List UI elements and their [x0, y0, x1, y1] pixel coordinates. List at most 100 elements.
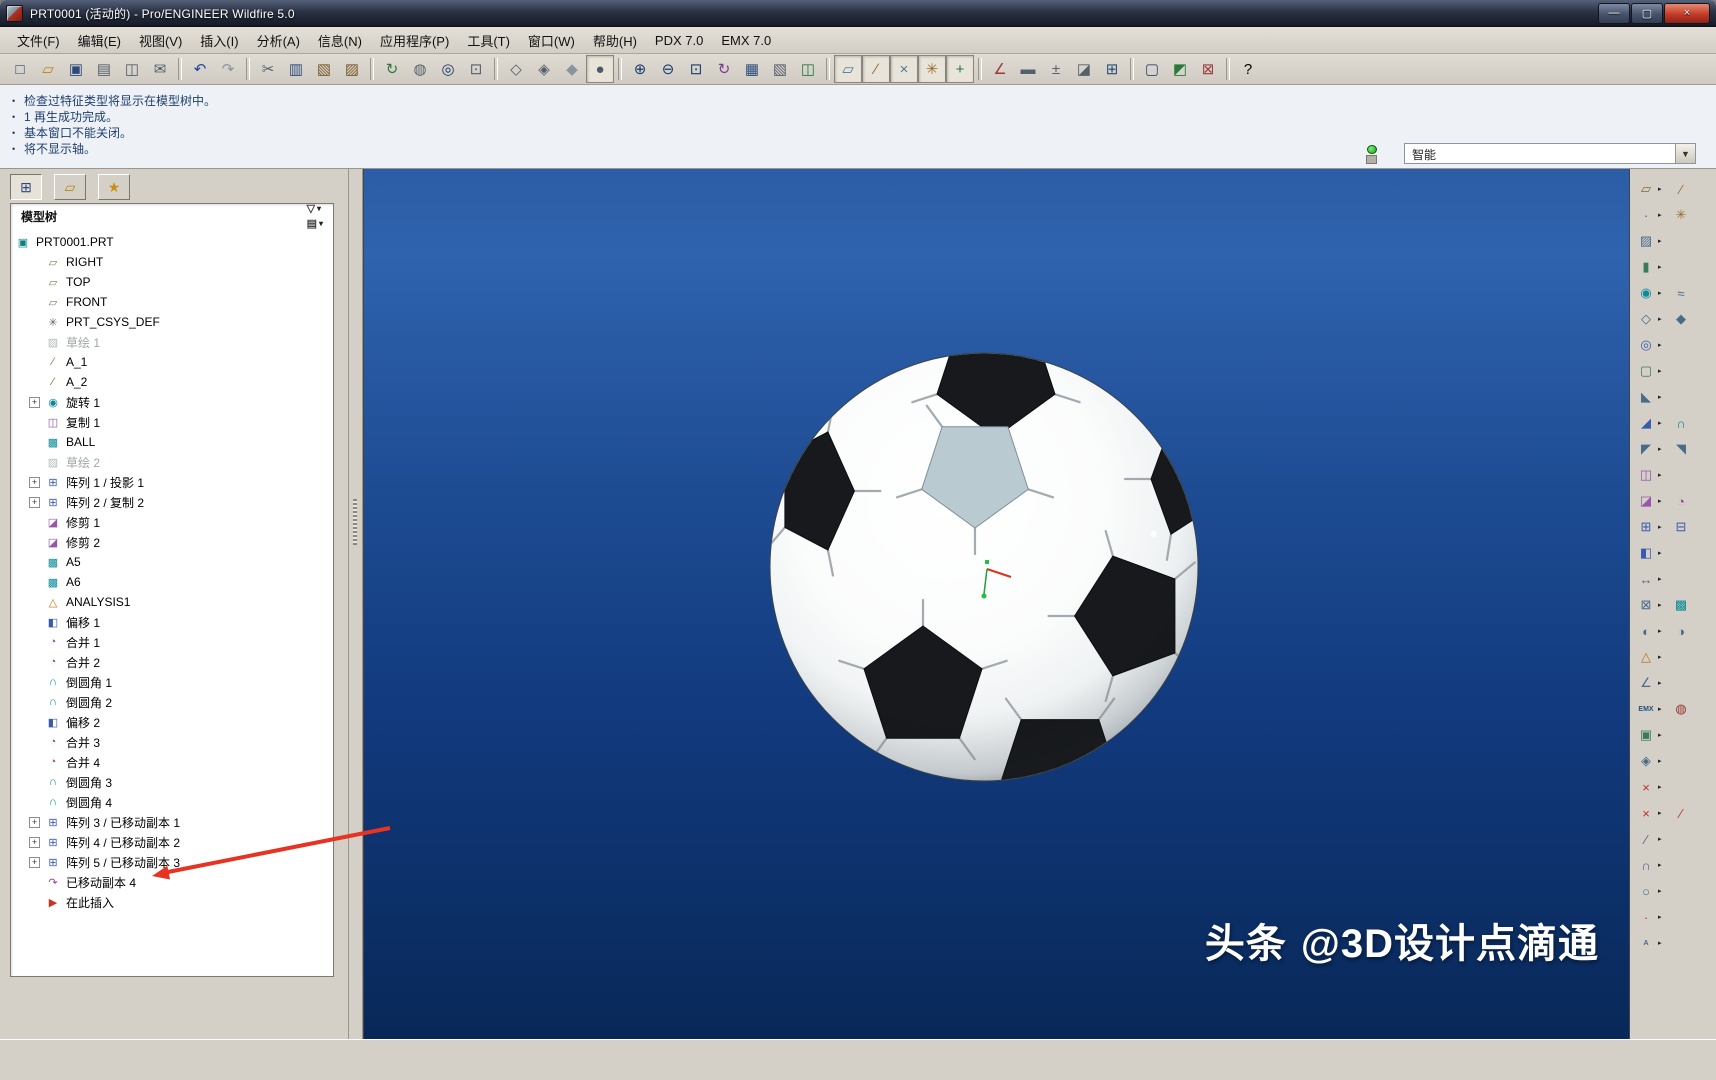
flyout-arrow-icon[interactable]: ▸ — [1658, 913, 1666, 921]
flyout-arrow-icon[interactable]: ▸ — [1658, 679, 1666, 687]
activate-window-button[interactable]: ◩ — [1166, 55, 1194, 83]
flyout-arrow-icon[interactable]: ▸ — [1658, 757, 1666, 765]
menu-help[interactable]: 帮助(H) — [584, 28, 646, 53]
flyout-arrow-icon[interactable]: ▸ — [1658, 627, 1666, 635]
flyout-arrow-icon[interactable]: ▸ — [1658, 237, 1666, 245]
expand-toggle[interactable]: + — [29, 497, 40, 508]
maximize-button[interactable]: ▢ — [1631, 3, 1663, 24]
menu-pdx[interactable]: PDX 7.0 — [646, 30, 712, 51]
tree-item[interactable]: ▩BALL — [11, 432, 333, 452]
tree-item[interactable]: ∕A_2 — [11, 372, 333, 392]
tree-item[interactable]: ◔合并 2 — [11, 652, 333, 672]
tab-model-tree[interactable]: ⊞ — [10, 174, 42, 200]
point-display-button[interactable]: × — [890, 55, 918, 83]
tree-item[interactable]: ∩倒圆角 3 — [11, 772, 333, 792]
paste-button[interactable]: ▧ — [310, 55, 338, 83]
line-tool-button[interactable]: ∕ — [1635, 828, 1657, 850]
plane-display-button[interactable]: ▱ — [834, 55, 862, 83]
flyout-arrow-icon[interactable]: ▸ — [1658, 549, 1666, 557]
spin-center-display-button[interactable]: + — [946, 55, 974, 83]
edge-chamfer-tool-button[interactable]: ◥ — [1670, 438, 1692, 460]
layers-button[interactable]: ▧ — [766, 55, 794, 83]
tree-item[interactable]: ◧偏移 2 — [11, 712, 333, 732]
tree-item[interactable]: ◧偏移 1 — [11, 612, 333, 632]
expand-toggle[interactable]: + — [29, 817, 40, 828]
tree-item[interactable]: ∩倒圆角 1 — [11, 672, 333, 692]
hidden-line-button[interactable]: ◈ — [530, 55, 558, 83]
text-tool-button[interactable]: A — [1635, 932, 1657, 954]
tree-item[interactable]: ✳PRT_CSYS_DEF — [11, 312, 333, 332]
flyout-arrow-icon[interactable]: ▸ — [1658, 445, 1666, 453]
trim-tool-button[interactable]: ◪ — [1635, 490, 1657, 512]
flyout-arrow-icon[interactable]: ▸ — [1658, 939, 1666, 947]
symbol-display-button[interactable]: ± — [1042, 55, 1070, 83]
splitter-grip[interactable] — [353, 499, 357, 545]
flyout-arrow-icon[interactable]: ▸ — [1658, 289, 1666, 297]
regen-status-icon[interactable] — [1365, 145, 1378, 164]
flyout-arrow-icon[interactable]: ▸ — [1658, 653, 1666, 661]
tree-item[interactable]: ◪修剪 2 — [11, 532, 333, 552]
orient-button[interactable]: ↻ — [710, 55, 738, 83]
close-button[interactable]: × — [1664, 3, 1710, 24]
combo-dropdown-arrow-icon[interactable]: ▼ — [1675, 144, 1695, 163]
tree-item[interactable]: ∕A_1 — [11, 352, 333, 372]
menu-view[interactable]: 视图(V) — [130, 28, 191, 53]
refit-button[interactable]: ⊡ — [682, 55, 710, 83]
model-player-button[interactable]: ◍ — [406, 55, 434, 83]
tree-item[interactable]: △ANALYSIS1 — [11, 592, 333, 612]
merge-tool-button[interactable]: ◔ — [1670, 490, 1692, 512]
tree-item[interactable]: ▱RIGHT — [11, 252, 333, 272]
round-tool-button[interactable]: ∩ — [1670, 412, 1692, 434]
offset-tool-button[interactable]: ◧ — [1635, 542, 1657, 564]
zoom-in-button[interactable]: ⊕ — [626, 55, 654, 83]
tab-favorites[interactable]: ★ — [98, 174, 130, 200]
soccer-ball-model[interactable] — [764, 347, 1204, 787]
blend-tool-button[interactable]: ◇ — [1635, 308, 1657, 330]
save-button[interactable]: ▣ — [62, 55, 90, 83]
tree-settings-button[interactable]: ▤▾ — [303, 216, 327, 231]
tree-filter-button[interactable]: ▽▾ — [303, 201, 327, 216]
flyout-arrow-icon[interactable]: ▸ — [1658, 861, 1666, 869]
tree-item[interactable]: +⊞阵列 1 / 投影 1 — [11, 472, 333, 492]
wireframe-button[interactable]: ◇ — [502, 55, 530, 83]
menu-insert[interactable]: 插入(I) — [191, 28, 247, 53]
view-manager-button[interactable]: ◫ — [794, 55, 822, 83]
arc-tool-button[interactable]: ∩ — [1635, 854, 1657, 876]
shaded-button[interactable]: ● — [586, 55, 614, 83]
corner-tool-button[interactable]: × — [1635, 802, 1657, 824]
datum-plane-tool-button[interactable]: ▱ — [1635, 178, 1657, 200]
sketch-tool-button[interactable]: ▨ — [1635, 230, 1657, 252]
flyout-arrow-icon[interactable]: ▸ — [1658, 575, 1666, 583]
axis-display-button[interactable]: ∕ — [862, 55, 890, 83]
emx-tool-button[interactable]: EMX — [1635, 698, 1657, 720]
intersect-tool-button[interactable]: ⊠ — [1635, 594, 1657, 616]
redo-button[interactable]: ↷ — [214, 55, 242, 83]
menu-file[interactable]: 文件(F) — [8, 28, 69, 53]
flexible-modeling-tool-button[interactable]: ◈ — [1635, 750, 1657, 772]
flyout-arrow-icon[interactable]: ▸ — [1658, 367, 1666, 375]
flyout-arrow-icon[interactable]: ▸ — [1658, 341, 1666, 349]
no-hidden-button[interactable]: ◆ — [558, 55, 586, 83]
datum-axis-tool-button[interactable]: ∕ — [1670, 178, 1692, 200]
tree-item[interactable]: ◔合并 1 — [11, 632, 333, 652]
draft-tool-button[interactable]: ◢ — [1635, 412, 1657, 434]
delete-segment-tool-button[interactable]: × — [1635, 776, 1657, 798]
menu-emx[interactable]: EMX 7.0 — [712, 30, 780, 51]
flyout-arrow-icon[interactable]: ▸ — [1658, 835, 1666, 843]
copy-button[interactable]: ▥ — [282, 55, 310, 83]
datum-point-tool-button[interactable]: · — [1635, 204, 1657, 226]
swept-blend-tool-button[interactable]: ◆ — [1670, 308, 1692, 330]
tolerance-display-button[interactable]: ◪ — [1070, 55, 1098, 83]
mirror-tool-button[interactable]: ◫ — [1635, 464, 1657, 486]
datum-csys-tool-button[interactable]: ✳ — [1670, 204, 1692, 226]
tree-item[interactable]: ▣PRT0001.PRT — [11, 232, 333, 252]
circle-tool-button[interactable]: ○ — [1635, 880, 1657, 902]
zoom-out-button[interactable]: ⊖ — [654, 55, 682, 83]
menu-tools[interactable]: 工具(T) — [458, 28, 519, 53]
flyout-arrow-icon[interactable]: ▸ — [1658, 263, 1666, 271]
wrap-tool-button[interactable]: ◐ — [1635, 620, 1657, 642]
flyout-arrow-icon[interactable]: ▸ — [1658, 887, 1666, 895]
tree-item[interactable]: ◔合并 4 — [11, 752, 333, 772]
tree-item[interactable]: ∩倒圆角 2 — [11, 692, 333, 712]
regenerate-button[interactable]: ↻ — [378, 55, 406, 83]
